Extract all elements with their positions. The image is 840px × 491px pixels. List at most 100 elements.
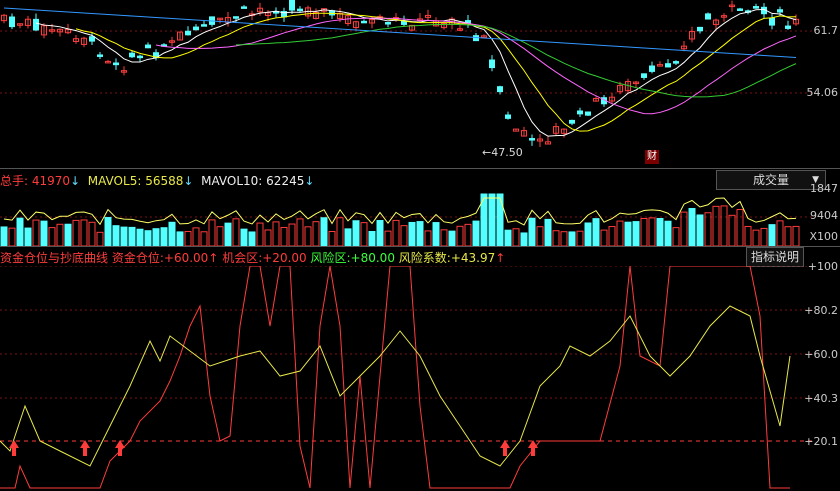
buy-signal-arrow-stem <box>83 448 87 456</box>
price-axis-lower: 54.06 <box>806 86 839 99</box>
total-volume-label: 总手: <box>0 174 29 188</box>
candle-body <box>569 119 575 124</box>
volume-bar <box>520 232 528 246</box>
volume-bar <box>432 222 440 246</box>
candle-body <box>185 30 191 36</box>
volume-bar <box>280 226 288 246</box>
mavol5-value: 56588 <box>145 174 184 188</box>
volume-bar <box>456 225 464 246</box>
price-chart[interactable] <box>0 0 840 168</box>
volume-bar <box>600 229 608 246</box>
volume-bar <box>344 228 352 246</box>
candle-body <box>145 44 151 49</box>
left-arrow-icon: ← <box>482 146 492 159</box>
volume-bar <box>88 221 96 246</box>
risk-zone-label: 风险区: <box>310 251 351 265</box>
volume-bar <box>72 219 80 246</box>
volume-bar <box>512 228 520 246</box>
up-arrow-icon: ↑ <box>495 251 506 265</box>
volume-bar <box>688 208 696 246</box>
volume-bar <box>64 223 72 246</box>
volume-bar <box>360 222 368 246</box>
volume-bar <box>264 229 272 246</box>
volume-bar <box>136 228 144 246</box>
volume-bar <box>560 231 568 246</box>
candle-body <box>401 20 407 25</box>
candle-body <box>649 65 655 72</box>
volume-bar <box>392 219 400 246</box>
volume-bar <box>760 227 768 246</box>
volume-bar <box>664 220 672 246</box>
candle-body <box>241 6 247 9</box>
buy-signal-arrow-stem <box>503 448 507 456</box>
volume-bar <box>208 219 216 246</box>
candle-body <box>505 114 511 119</box>
candle-body <box>769 17 775 26</box>
volume-bar <box>640 217 648 246</box>
candle-body <box>361 20 367 24</box>
candle-body <box>385 22 391 25</box>
indicator-chart[interactable] <box>0 266 840 491</box>
indicator-title: 资金仓位与抄底曲线 <box>0 251 109 265</box>
candle-body <box>9 16 15 28</box>
volume-chart[interactable] <box>0 190 840 246</box>
candle-body <box>489 59 495 69</box>
volume-bar <box>552 230 560 246</box>
candle-body <box>705 13 711 20</box>
volume-bar <box>792 225 800 246</box>
candle-body <box>473 35 479 42</box>
buy-signal-arrow-stem <box>118 448 122 456</box>
volume-bar <box>128 226 136 246</box>
volume-bar <box>16 217 24 246</box>
indicator-selector-label: 成交量 <box>752 173 789 187</box>
candle-body <box>497 86 503 93</box>
candle-body <box>113 62 119 66</box>
financial-report-badge[interactable]: 财 <box>645 150 659 164</box>
candle-body <box>577 110 583 115</box>
volume-bar <box>744 225 752 246</box>
volume-bar <box>288 223 296 246</box>
candle-body <box>193 26 199 31</box>
volume-bar <box>672 227 680 246</box>
volume-bar <box>24 227 32 246</box>
volume-bar <box>784 226 792 246</box>
volume-bar <box>472 220 480 246</box>
candle-body <box>97 54 103 57</box>
candle-body <box>137 55 143 59</box>
volume-header: 总手: 41970↓ MAVOL5: 56588↓ MAVOL10: 62245… <box>0 168 840 191</box>
volume-bar <box>352 220 360 246</box>
volume-bar <box>448 230 456 246</box>
volume-bar <box>312 221 320 246</box>
chance-zone-value: +20.00 <box>262 251 307 265</box>
volume-chart-panel[interactable]: 1847 9404 X100 <box>0 182 840 246</box>
candle-body <box>297 8 303 12</box>
volume-bar <box>464 223 472 246</box>
candle-body <box>697 26 703 32</box>
volume-bar <box>56 223 64 246</box>
volume-bar <box>0 226 8 246</box>
chance-zone-label: 机会区: <box>222 251 263 265</box>
volume-bar <box>320 217 328 246</box>
volume-bar <box>576 230 584 246</box>
indicator-axis-100: +100 <box>807 260 838 273</box>
moving-average-line <box>3 7 797 58</box>
candle-body <box>201 24 207 27</box>
volume-bar <box>32 219 40 246</box>
volume-bar <box>592 218 600 246</box>
low-price-value: 47.50 <box>491 146 523 159</box>
risk-zone-value: +80.00 <box>350 251 395 265</box>
volume-bar <box>160 227 168 246</box>
risk-coef-value: +43.97 <box>450 251 496 265</box>
volume-bar <box>416 221 424 246</box>
volume-bar <box>232 218 240 246</box>
indicator-chart-panel[interactable]: +100 +80.2 +60.0 +40.3 +20.1 <box>0 260 840 491</box>
indicator-help-button[interactable]: 指标说明 <box>745 247 804 267</box>
down-arrow-icon: ↓ <box>70 174 81 188</box>
volume-bar <box>728 214 736 246</box>
volume-bar <box>216 226 224 246</box>
price-chart-panel[interactable]: 61.7 54.06 ←47.50 财 <box>0 0 840 168</box>
volume-bar <box>768 224 776 246</box>
volume-bar <box>8 227 16 246</box>
volume-bar <box>152 228 160 246</box>
volume-bar <box>616 220 624 246</box>
